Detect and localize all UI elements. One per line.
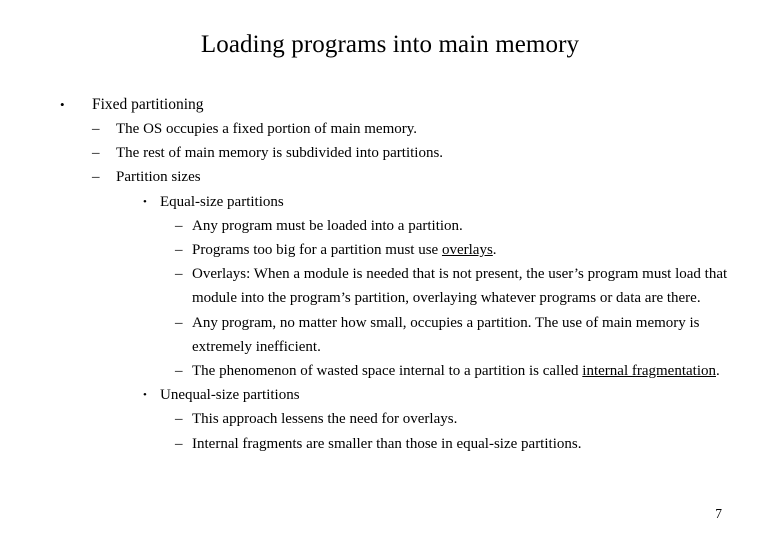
list-item: – Any program, no matter how small, occu…: [0, 311, 780, 359]
dash-marker-icon: –: [175, 242, 183, 259]
list-item: – Programs too big for a partition must …: [0, 238, 780, 262]
list-item: – Internal fragments are smaller than th…: [0, 432, 780, 456]
list-item: – This approach lessens the need for ove…: [0, 407, 780, 431]
list-item-text: This approach lessens the need for overl…: [192, 411, 458, 428]
list-item-text: The rest of main memory is subdivided in…: [116, 145, 444, 162]
list-item: – The OS occupies a fixed portion of mai…: [0, 117, 780, 141]
text-segment: The phenomenon of wasted space internal …: [192, 363, 583, 380]
list-item-text: Overlays: When a module is needed that i…: [192, 266, 728, 307]
text-segment: .: [716, 363, 720, 380]
list-item: • Unequal-size partitions: [0, 383, 780, 407]
bullet-marker-icon: •: [60, 97, 65, 112]
dash-marker-icon: –: [92, 169, 100, 186]
list-item: – Partition sizes: [0, 165, 780, 189]
text-segment: Programs too big for a partition must us…: [192, 242, 442, 259]
list-item: • Equal-size partitions: [0, 190, 780, 214]
dash-marker-icon: –: [175, 314, 183, 331]
page-title: Loading programs into main memory: [200, 31, 580, 58]
bullet-marker-icon: •: [143, 389, 147, 402]
list-item-text: Unequal-size partitions: [160, 387, 300, 404]
list-item-text: Equal-size partitions: [160, 193, 284, 210]
list-item: • Fixed partitioning: [0, 92, 780, 117]
slide: Loading programs into main memory • Fixe…: [0, 0, 780, 540]
slide-body: • Fixed partitioning – The OS occupies a…: [0, 92, 780, 456]
list-item: – The phenomenon of wasted space interna…: [0, 359, 780, 383]
list-item-text: Internal fragments are smaller than thos…: [192, 435, 582, 452]
list-item-text: Fixed partitioning: [92, 96, 204, 113]
list-item-text: Partition sizes: [116, 169, 201, 186]
list-item: – Overlays: When a module is needed that…: [0, 262, 780, 310]
dash-marker-icon: –: [175, 435, 183, 452]
dash-marker-icon: –: [175, 411, 183, 428]
list-item-text: The phenomenon of wasted space internal …: [192, 359, 780, 383]
page-number: 7: [715, 506, 722, 521]
dash-marker-icon: –: [175, 217, 183, 234]
list-item-text: Any program, no matter how small, occupi…: [192, 314, 700, 355]
bullet-marker-icon: •: [143, 195, 147, 208]
dash-marker-icon: –: [92, 121, 100, 137]
dash-marker-icon: –: [175, 363, 183, 380]
list-item: – Any program must be loaded into a part…: [0, 214, 780, 238]
text-segment: .: [492, 242, 497, 259]
list-item-text: The OS occupies a fixed portion of main …: [116, 121, 418, 137]
dash-marker-icon: –: [92, 145, 100, 162]
list-item-text: Programs too big for a partition must us…: [192, 238, 780, 262]
list-item-text: Any program must be loaded into a partit…: [192, 217, 463, 234]
list-item: – The rest of main memory is subdivided …: [0, 141, 780, 165]
underlined-term-overlays: overlays: [441, 242, 493, 259]
underlined-term-internal-fragmentation: internal fragmentation: [582, 363, 716, 380]
dash-marker-icon: –: [175, 266, 183, 283]
